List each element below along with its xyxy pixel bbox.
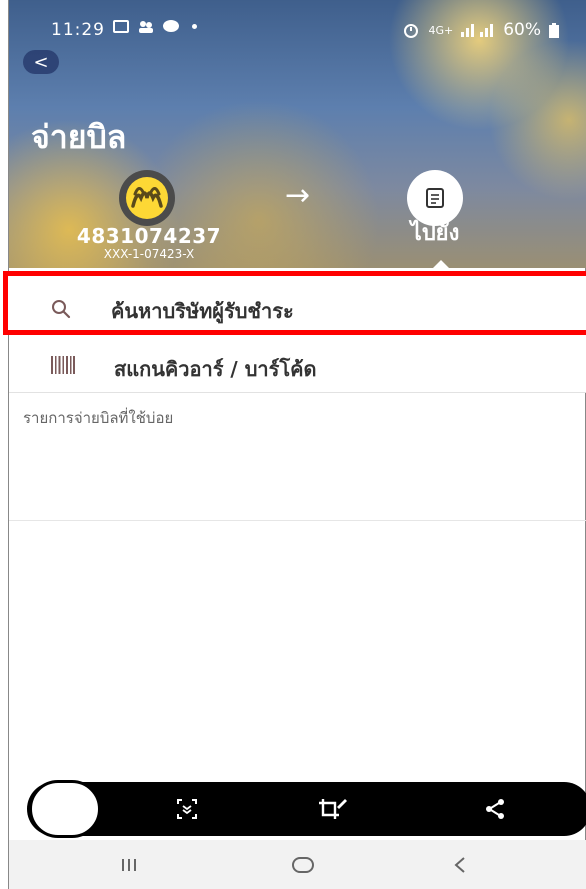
status-time: 11:29 [51,20,105,40]
section-divider [9,520,586,521]
battery-icon [549,22,559,38]
screenshot-thumbnail[interactable] [29,780,101,838]
signal-icon [461,24,494,37]
from-account-number: 4831074237 [76,224,222,248]
scan-qr-barcode-row[interactable]: สแกนคิวอาร์ / บาร์โค้ด [9,335,586,393]
from-account-masked: XXX-1-07423-X [103,247,195,261]
gallery-icon [113,20,129,33]
search-biller-row[interactable]: ค้นหาบริษัทผู้รับชำระ [3,271,586,335]
scan-qr-barcode-label: สแกนคิวอาร์ / บาร์โค้ด [114,357,317,381]
header-banner: 11:29 4G+ 60% < จ่ายบิล 4831074237 XXX-1… [9,0,586,268]
share-icon[interactable] [483,797,507,821]
system-nav-bar [9,840,586,889]
app-frame: 11:29 4G+ 60% < จ่ายบิล 4831074237 XXX-1… [3,0,586,889]
search-icon [52,300,71,319]
alarm-icon [404,24,419,38]
status-bar: 11:29 4G+ 60% [9,0,586,44]
notification-icons [113,20,197,33]
screenshot-toolbar [27,780,586,838]
network-type: 4G+ [428,23,454,37]
status-indicators: 4G+ 60% [402,20,559,40]
back-button[interactable]: < [23,50,59,74]
scroll-capture-icon[interactable] [175,797,199,821]
search-biller-label: ค้นหาบริษัทผู้รับชำระ [111,299,294,323]
home-icon[interactable] [291,856,315,874]
battery-percent: 60% [503,20,541,40]
recent-apps-icon[interactable] [121,858,137,872]
people-icon [139,21,153,33]
more-notifications-dot [192,24,197,29]
line-app-icon [163,20,179,32]
transfer-arrow-icon: → [285,178,311,213]
back-icon: < [33,51,49,73]
crop-edit-icon[interactable] [317,797,347,821]
from-account-logo[interactable] [119,170,175,226]
barcode-icon [51,356,75,374]
selection-notch [433,260,449,268]
bill-icon [426,188,444,208]
krungsri-logo-icon [126,177,168,219]
favorite-bills-title: รายการจ่ายบิลที่ใช้บ่อย [23,409,174,427]
to-label: ไปยัง [410,221,460,246]
back-nav-icon[interactable] [453,856,467,874]
page-title: จ่ายบิล [31,118,127,156]
